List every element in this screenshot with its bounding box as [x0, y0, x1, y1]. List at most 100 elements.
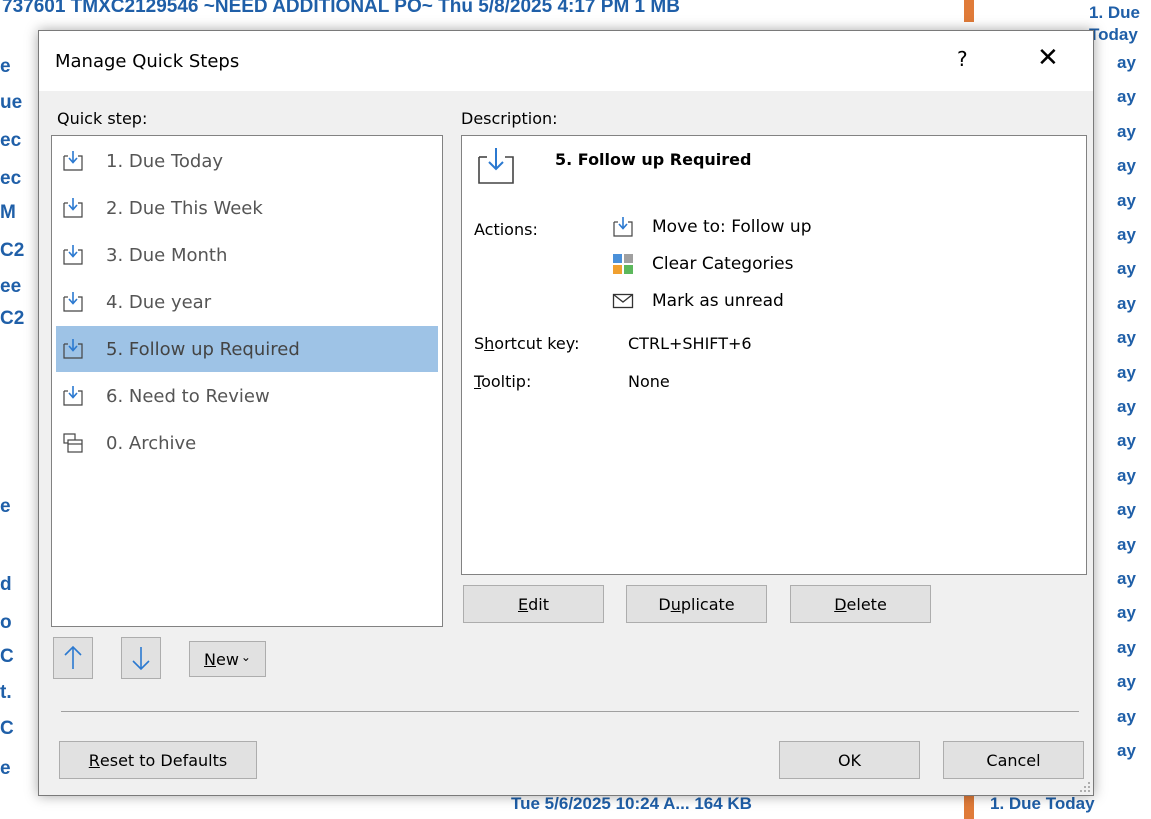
chevron-down-icon: ⌄ — [240, 650, 251, 664]
quick-step-label: 0. Archive — [106, 432, 197, 454]
quick-step-label: 3. Due Month — [106, 244, 228, 266]
move-up-button[interactable] — [53, 637, 93, 679]
quick-step-label: 2. Due This Week — [106, 197, 263, 219]
background-row-fragment: ay — [1117, 121, 1136, 141]
background-bottom-row-text: Tue 5/6/2025 10:24 A... 164 KB — [511, 794, 752, 813]
background-row-fragment: ay — [1117, 500, 1136, 520]
background-row-fragment: ec — [0, 168, 22, 189]
background-row-fragment: ue — [0, 92, 23, 113]
action-move-to-folder: Move to: Follow up — [612, 216, 811, 238]
close-button[interactable]: ✕ — [1037, 45, 1059, 71]
edit-button[interactable]: Edit — [463, 585, 604, 623]
actions-label: Actions: — [474, 220, 538, 239]
background-row-fragment: ay — [1117, 293, 1136, 313]
shortcut-key-value: CTRL+SHIFT+6 — [628, 334, 752, 353]
background-bottom-row: Tue 5/6/2025 10:24 A... 164 KB 1. Due To… — [0, 793, 1151, 819]
background-bottom-right-text: 1. Due Today — [990, 794, 1095, 813]
description-label: Description: — [461, 109, 558, 128]
background-row-fragment: ay — [1117, 534, 1136, 554]
ok-button[interactable]: OK — [779, 741, 920, 779]
background-flag-marker — [964, 793, 974, 819]
clear-categories-icon — [613, 254, 633, 274]
background-left-column: e ue ec ec M C2 ee C2 e d o Ct. Ce — [0, 0, 40, 819]
quick-step-item[interactable]: 2. Due This Week — [56, 185, 438, 231]
move-to-folder-icon — [63, 245, 83, 265]
background-row-fragment: ay — [1117, 637, 1136, 657]
dialog-divider — [61, 711, 1079, 712]
background-flag-marker — [964, 0, 974, 22]
background-row-fragment: e — [0, 758, 11, 779]
reset-to-defaults-button[interactable]: Reset to Defaults — [59, 741, 257, 779]
background-row-fragment: ay — [1117, 328, 1136, 348]
quick-step-item[interactable]: 0. Archive — [56, 420, 438, 466]
quick-step-label: 1. Due Today — [106, 150, 224, 172]
move-down-button[interactable] — [121, 637, 161, 679]
new-button[interactable]: New ⌄ — [189, 641, 266, 677]
background-row-fragment: ay — [1117, 87, 1136, 107]
tooltip-value: None — [628, 372, 670, 391]
background-row-fragment: ay — [1117, 190, 1136, 210]
background-row-fragment: t. — [0, 682, 12, 703]
background-row-fragment: ec — [0, 130, 22, 151]
action-label: Move to: Follow up — [652, 217, 812, 237]
quick-step-item[interactable]: 6. Need to Review — [56, 373, 438, 419]
move-to-folder-icon — [63, 339, 83, 359]
background-row-fragment: ay — [1117, 741, 1136, 760]
quick-step-label: 6. Need to Review — [106, 385, 270, 407]
background-row-fragment: ay — [1117, 706, 1136, 726]
envelope-icon — [612, 293, 634, 309]
quick-step-label: 5. Follow up Required — [106, 338, 300, 360]
background-row-fragment: C2 — [0, 308, 25, 329]
move-to-folder-icon — [478, 148, 514, 184]
move-to-folder-icon — [63, 386, 83, 406]
tooltip-label: Tooltip: — [474, 372, 532, 391]
background-row-fragment: ay — [1117, 225, 1136, 244]
background-top-row: 737601 TMXC2129546 ~NEED ADDITIONAL PO~ … — [0, 0, 1151, 26]
quick-step-list[interactable]: 1. Due Today 2. Due This Week 3. Due Month… — [51, 135, 443, 627]
move-to-folder-icon — [63, 292, 83, 312]
quick-step-item[interactable]: 3. Due Month — [56, 232, 438, 278]
duplicate-button[interactable]: Du plicate — [626, 585, 767, 623]
action-label: Clear Categories — [652, 254, 794, 274]
action-mark-unread: Mark as unread — [612, 290, 784, 312]
background-row-fragment: ee — [0, 276, 22, 297]
background-row-fragment: e — [0, 56, 11, 77]
description-panel: 5. Follow up Required Actions: Move to: … — [461, 135, 1087, 575]
resize-grip-icon[interactable] — [1079, 781, 1091, 793]
background-row-fragment: ay — [1117, 569, 1136, 588]
quick-step-item[interactable]: 4. Due year — [56, 279, 438, 325]
move-to-folder-icon — [63, 198, 83, 218]
quick-step-label: Quick step: — [57, 109, 148, 128]
move-to-folder-icon — [613, 217, 633, 237]
background-row-fragment: ay — [1117, 672, 1136, 692]
cancel-button[interactable]: Cancel — [943, 741, 1084, 779]
background-top-row-text: 737601 TMXC2129546 ~NEED ADDITIONAL PO~ … — [2, 0, 680, 17]
manage-quick-steps-dialog: Manage Quick Steps ? ✕ Quick step: Descr… — [38, 30, 1094, 796]
delete-button[interactable]: Delete — [790, 585, 931, 623]
background-row-fragment: e — [0, 496, 11, 517]
background-row-fragment: ay — [1117, 603, 1136, 623]
background-row-fragment: ay — [1117, 259, 1136, 279]
background-row-fragment: ay — [1117, 397, 1136, 416]
background-row-fragment: d — [0, 574, 12, 595]
description-title: 5. Follow up Required — [555, 150, 752, 169]
background-row-fragment: ay — [1117, 156, 1136, 176]
background-right-column: 1. Due Today ay ay ay ay ay ay ay ay ay ay ay ay ay a… — [1089, 0, 1151, 819]
background-row-fragment: M — [0, 202, 16, 223]
action-clear-categories: Clear Categories — [612, 253, 794, 275]
arrow-down-icon — [132, 647, 150, 671]
help-button[interactable]: ? — [957, 47, 968, 71]
quick-step-item[interactable]: 1. Due Today — [56, 138, 438, 184]
quick-step-item[interactable]: 5. Follow up Required — [56, 326, 438, 372]
background-row-fragment: o — [0, 612, 12, 633]
background-row-fragment: ay — [1117, 465, 1136, 485]
background-row-fragment: ay — [1117, 431, 1136, 451]
quick-step-label: 4. Due year — [106, 291, 212, 313]
dialog-title: Manage Quick Steps — [55, 51, 240, 72]
arrow-up-icon — [64, 645, 82, 669]
background-row-fragment: ay — [1117, 53, 1136, 72]
background-row-fragment: C — [0, 646, 14, 667]
move-to-folder-icon — [63, 151, 83, 171]
background-row-fragment: C — [0, 718, 14, 739]
background-top-right-text: 1. Due Today — [1089, 3, 1141, 44]
